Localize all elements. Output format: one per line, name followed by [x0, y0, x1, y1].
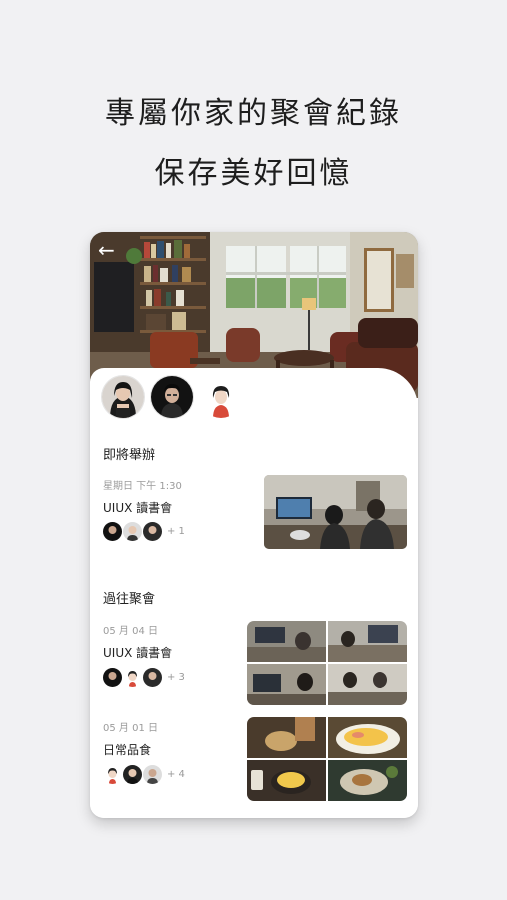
past-event-photo [328, 664, 407, 705]
past-event-photo-grid[interactable] [247, 621, 407, 705]
past-event-name[interactable]: 日常品食 [103, 741, 151, 758]
phone-card: ← 即將舉辦 星期日 下午 1:30 UIUX 讀書會 + 1 過往聚會 05 … [90, 232, 418, 818]
attendee-avatar [103, 667, 122, 687]
attendee-avatar [143, 521, 162, 541]
attendee-extra-count: + 1 [167, 525, 185, 537]
attendee-extra-count: + 3 [167, 671, 185, 683]
headline-line-2: 保存美好回憶 [154, 156, 353, 191]
past-event-date: 05 月 04 日 [103, 626, 158, 637]
past-event-photo [247, 621, 326, 662]
attendee-avatar [103, 764, 122, 784]
past-event-photo [247, 760, 326, 801]
member-avatar[interactable] [151, 376, 193, 418]
attendee-avatar [103, 521, 122, 541]
upcoming-event-date: 星期日 下午 1:30 [103, 481, 182, 492]
member-avatar[interactable] [200, 376, 242, 418]
attendee-avatar [123, 764, 142, 784]
member-avatars [102, 376, 242, 422]
past-event-name[interactable]: UIUX 讀書會 [103, 644, 172, 661]
upcoming-event-photo[interactable] [264, 475, 407, 549]
past-event-attendees: + 4 [103, 764, 185, 784]
upcoming-event-attendees: + 1 [103, 521, 185, 541]
attendee-avatar [143, 667, 162, 687]
upcoming-section-title: 即將舉辦 [103, 448, 156, 463]
attendee-avatar [143, 764, 162, 784]
past-section-title: 過往聚會 [103, 592, 156, 607]
back-arrow-icon[interactable]: ← [98, 240, 120, 262]
past-event-photo [247, 717, 326, 758]
member-avatar[interactable] [102, 376, 144, 418]
past-event-photo-grid[interactable] [247, 717, 407, 801]
past-event-date: 05 月 01 日 [103, 723, 158, 734]
attendee-avatar [123, 521, 142, 541]
attendee-avatar [123, 667, 142, 687]
attendee-extra-count: + 4 [167, 768, 185, 780]
past-event-photo [247, 664, 326, 705]
past-event-attendees: + 3 [103, 667, 185, 687]
past-event-photo [328, 717, 407, 758]
past-event-photo [328, 760, 407, 801]
upcoming-event-name[interactable]: UIUX 讀書會 [103, 499, 172, 516]
headline-line-1: 專屬你家的聚會紀錄 [105, 96, 402, 131]
past-event-photo [328, 621, 407, 662]
